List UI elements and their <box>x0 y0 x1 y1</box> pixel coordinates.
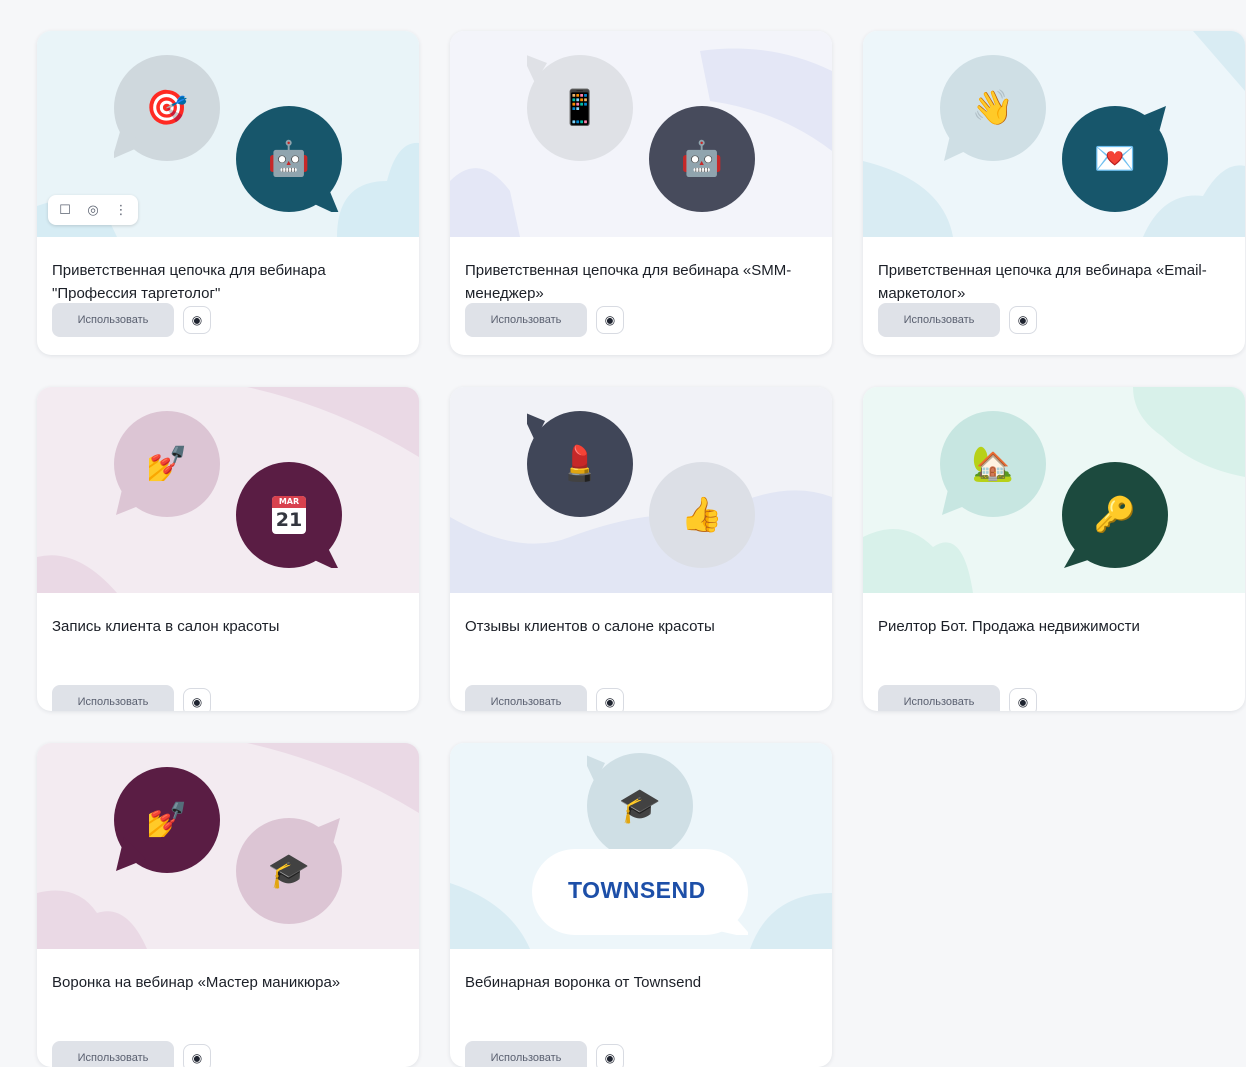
bubble-right: 🤖 <box>236 106 342 212</box>
camera-icon[interactable]: ◎ <box>80 198 106 222</box>
template-card[interactable]: 💅 🎓 Воронка на вебинар «Мастер маникюра»… <box>37 743 419 1067</box>
eye-icon: ◉ <box>1017 695 1029 709</box>
card-title: Риелтор Бот. Продажа недвижимости <box>878 618 1140 635</box>
card-cover: 🎓 TOWNSEND <box>450 743 832 949</box>
preview-button[interactable]: ◉ <box>1009 688 1037 711</box>
townsend-logo-bubble: TOWNSEND <box>532 849 754 939</box>
bubble-left: 💄 <box>527 411 633 517</box>
thumbs-up-icon: 👍 <box>680 495 724 535</box>
cover-background <box>863 387 1245 593</box>
card-cover: 📱 🤖 <box>450 31 832 237</box>
preview-button[interactable]: ◉ <box>596 306 624 334</box>
card-cover: 💅 MAR 21 <box>37 387 419 593</box>
card-title: Запись клиента в салон красоты <box>52 618 280 635</box>
cover-background <box>863 31 1245 237</box>
bubble-right: 🔑 <box>1062 462 1168 568</box>
preview-button[interactable]: ◉ <box>183 1044 211 1067</box>
eye-icon: ◉ <box>191 313 203 327</box>
target-icon: 🎯 <box>145 88 189 128</box>
use-button[interactable]: Использовать <box>465 303 587 337</box>
key-icon: 🔑 <box>1093 495 1137 535</box>
bubble-right: 💌 <box>1062 106 1168 212</box>
eye-icon: ◉ <box>191 695 203 709</box>
template-card[interactable]: 💅 MAR 21 Запись клиента в салон красоты … <box>37 387 419 711</box>
card-title: Вебинарная воронка от Townsend <box>465 974 702 991</box>
cover-background <box>37 387 419 593</box>
eye-icon: ◉ <box>1017 313 1029 327</box>
preview-button[interactable]: ◉ <box>183 306 211 334</box>
use-button[interactable]: Использовать <box>878 303 1000 337</box>
use-button[interactable]: Использовать <box>465 1041 587 1067</box>
eye-icon: ◉ <box>604 695 616 709</box>
card-cover: 💅 🎓 <box>37 743 419 949</box>
templates-grid: 🎯 🤖 ☐ ◎ ⋮ Приветственная цепочка для веб… <box>37 31 1245 1067</box>
card-title: Приветственная цепочка для вебинара «SMM… <box>465 262 792 302</box>
phone-hand-icon: 📱 <box>558 88 602 128</box>
card-cover: 🏡 🔑 <box>863 387 1245 593</box>
townsend-logo: TOWNSEND <box>568 877 706 903</box>
robot-icon: 🤖 <box>267 139 311 179</box>
card-title: Приветственная цепочка для вебинара «Ema… <box>878 262 1207 302</box>
use-button[interactable]: Использовать <box>465 685 587 711</box>
robot-icon: 🤖 <box>680 139 724 179</box>
preview-button[interactable]: ◉ <box>183 688 211 711</box>
bubble-right: MAR 21 <box>236 462 342 568</box>
card-cover: 💄 👍 <box>450 387 832 593</box>
bubble-left: 💅 <box>114 411 220 517</box>
preview-button[interactable]: ◉ <box>596 1044 624 1067</box>
use-button[interactable]: Использовать <box>878 685 1000 711</box>
template-card[interactable]: 💄 👍 Отзывы клиентов о салоне красоты Исп… <box>450 387 832 711</box>
nail-polish-icon: 💅 <box>145 444 189 484</box>
use-button[interactable]: Использовать <box>52 685 174 711</box>
eye-icon: ◉ <box>604 313 616 327</box>
house-icon: 🏡 <box>971 444 1015 484</box>
card-cover: 👋 💌 <box>863 31 1245 237</box>
card-toolbar: ☐ ◎ ⋮ <box>48 195 138 225</box>
bubble-left: 💅 <box>114 767 220 873</box>
template-card[interactable]: 🎓 TOWNSEND Вебинарная воронка от Townsen… <box>450 743 832 1067</box>
bubble-right: 🎓 <box>236 818 342 924</box>
graduation-cap-icon: 🎓 <box>267 851 311 891</box>
bubble-right: 👍 <box>649 462 755 568</box>
cover-background <box>37 743 419 949</box>
more-icon[interactable]: ⋮ <box>108 198 134 222</box>
waving-hand-icon: 👋 <box>971 88 1015 128</box>
card-title: Отзывы клиентов о салоне красоты <box>465 618 715 635</box>
bookmark-icon[interactable]: ☐ <box>52 198 78 222</box>
template-card[interactable]: 👋 💌 Приветственная цепочка для вебинара … <box>863 31 1245 355</box>
cover-background <box>450 387 832 593</box>
eye-icon: ◉ <box>191 1051 203 1065</box>
template-card[interactable]: 🏡 🔑 Риелтор Бот. Продажа недвижимости Ис… <box>863 387 1245 711</box>
cover-background <box>450 31 832 237</box>
bubble-left: 👋 <box>940 55 1046 161</box>
bubble-left: 🏡 <box>940 411 1046 517</box>
use-button[interactable]: Использовать <box>52 303 174 337</box>
nail-polish-icon: 💅 <box>145 800 189 840</box>
template-card[interactable]: 📱 🤖 Приветственная цепочка для вебинара … <box>450 31 832 355</box>
card-title: Приветственная цепочка для вебинара "Про… <box>52 262 326 302</box>
bubble-left: 🎯 <box>114 55 220 161</box>
template-card[interactable]: 🎯 🤖 ☐ ◎ ⋮ Приветственная цепочка для веб… <box>37 31 419 355</box>
graduation-cap-icon: 🎓 <box>618 786 662 826</box>
card-cover: 🎯 🤖 ☐ ◎ ⋮ <box>37 31 419 237</box>
preview-button[interactable]: ◉ <box>1009 306 1037 334</box>
use-button[interactable]: Использовать <box>52 1041 174 1067</box>
calendar-icon: MAR 21 <box>236 462 342 568</box>
preview-button[interactable]: ◉ <box>596 688 624 711</box>
eye-icon: ◉ <box>604 1051 616 1065</box>
bubble-top: 🎓 <box>587 753 693 859</box>
bubble-left: 📱 <box>527 55 633 161</box>
bubble-right: 🤖 <box>649 106 755 212</box>
love-letter-icon: 💌 <box>1093 139 1137 179</box>
card-title: Воронка на вебинар «Мастер маникюра» <box>52 974 341 991</box>
lipstick-icon: 💄 <box>558 444 602 484</box>
